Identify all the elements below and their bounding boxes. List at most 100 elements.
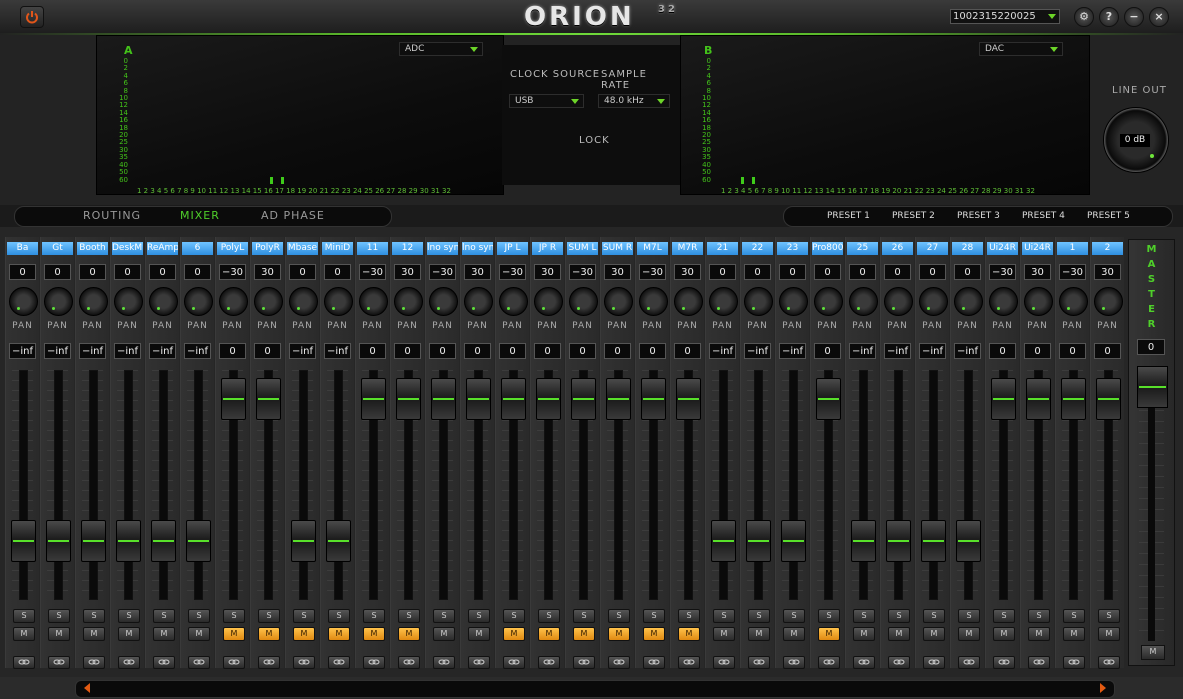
stereo-link-button[interactable] (1098, 656, 1120, 669)
channel-name[interactable]: lno synt (427, 242, 458, 255)
mute-button[interactable]: M (1028, 627, 1050, 641)
solo-button[interactable]: S (293, 609, 315, 623)
stereo-link-button[interactable] (153, 656, 175, 669)
gain-value[interactable]: 0 (639, 343, 666, 359)
pan-value[interactable]: −30 (219, 264, 246, 280)
solo-button[interactable]: S (223, 609, 245, 623)
mute-button[interactable]: M (118, 627, 140, 641)
channel-fader[interactable] (256, 377, 281, 420)
channel-fader[interactable] (1096, 377, 1121, 420)
pan-knob[interactable] (254, 287, 283, 316)
channel-name[interactable]: SUM L (567, 242, 598, 255)
channel-fader[interactable] (1026, 377, 1051, 420)
stereo-link-button[interactable] (188, 656, 210, 669)
channel-fader[interactable] (921, 520, 946, 563)
channel-fader[interactable] (606, 377, 631, 420)
stereo-link-button[interactable] (433, 656, 455, 669)
solo-button[interactable]: S (958, 609, 980, 623)
solo-button[interactable]: S (608, 609, 630, 623)
pan-value[interactable]: 30 (394, 264, 421, 280)
pan-knob[interactable] (569, 287, 598, 316)
gain-value[interactable]: −inf (709, 343, 736, 359)
stereo-link-button[interactable] (83, 656, 105, 669)
stereo-link-button[interactable] (853, 656, 875, 669)
mute-button[interactable]: M (853, 627, 875, 641)
channel-name[interactable]: Ba (7, 242, 38, 255)
pan-knob[interactable] (499, 287, 528, 316)
gain-value[interactable]: −inf (289, 343, 316, 359)
pan-knob[interactable] (779, 287, 808, 316)
pan-value[interactable]: 0 (289, 264, 316, 280)
mute-button[interactable]: M (573, 627, 595, 641)
mute-button[interactable]: M (48, 627, 70, 641)
gain-value[interactable]: 0 (219, 343, 246, 359)
solo-button[interactable]: S (713, 609, 735, 623)
channel-fader[interactable] (11, 520, 36, 563)
channel-fader[interactable] (221, 377, 246, 420)
scroll-right-icon[interactable] (1100, 683, 1106, 693)
solo-button[interactable]: S (853, 609, 875, 623)
pan-value[interactable]: −30 (1059, 264, 1086, 280)
pan-value[interactable]: 0 (149, 264, 176, 280)
channel-name[interactable]: Gt (42, 242, 73, 255)
mute-button[interactable]: M (783, 627, 805, 641)
mute-button[interactable]: M (188, 627, 210, 641)
channel-name[interactable]: 27 (917, 242, 948, 255)
pan-value[interactable]: 0 (919, 264, 946, 280)
channel-fader[interactable] (536, 377, 561, 420)
pan-knob[interactable] (639, 287, 668, 316)
gain-value[interactable]: 0 (1059, 343, 1086, 359)
master-mute-button[interactable]: M (1141, 645, 1165, 660)
gain-value[interactable]: 0 (464, 343, 491, 359)
solo-button[interactable]: S (1028, 609, 1050, 623)
pan-value[interactable]: −30 (359, 264, 386, 280)
mute-button[interactable]: M (13, 627, 35, 641)
stereo-link-button[interactable] (923, 656, 945, 669)
stereo-link-button[interactable] (48, 656, 70, 669)
solo-button[interactable]: S (153, 609, 175, 623)
gain-value[interactable]: 0 (534, 343, 561, 359)
tab-ad-phase[interactable]: AD PHASE (261, 209, 325, 222)
channel-fader[interactable] (466, 377, 491, 420)
mute-button[interactable]: M (748, 627, 770, 641)
solo-button[interactable]: S (48, 609, 70, 623)
gain-value[interactable]: −inf (779, 343, 806, 359)
channel-fader[interactable] (1061, 377, 1086, 420)
solo-button[interactable]: S (678, 609, 700, 623)
gain-value[interactable]: −inf (884, 343, 911, 359)
adc-select[interactable]: ADC (399, 42, 483, 56)
stereo-link-button[interactable] (293, 656, 315, 669)
gain-value[interactable]: −inf (744, 343, 771, 359)
channel-fader[interactable] (991, 377, 1016, 420)
solo-button[interactable]: S (1098, 609, 1120, 623)
preset-5-button[interactable]: PRESET 5 (1087, 211, 1130, 221)
device-serial-select[interactable]: 1002315220025 (950, 9, 1060, 24)
channel-fader[interactable] (641, 377, 666, 420)
pan-value[interactable]: −30 (569, 264, 596, 280)
pan-value[interactable]: 0 (849, 264, 876, 280)
channel-fader[interactable] (781, 520, 806, 563)
mute-button[interactable]: M (468, 627, 490, 641)
pan-knob[interactable] (534, 287, 563, 316)
solo-button[interactable]: S (818, 609, 840, 623)
channel-name[interactable]: 12 (392, 242, 423, 255)
stereo-link-button[interactable] (993, 656, 1015, 669)
pan-knob[interactable] (604, 287, 633, 316)
pan-knob[interactable] (674, 287, 703, 316)
pan-value[interactable]: −30 (989, 264, 1016, 280)
mixer-scrollbar[interactable] (75, 680, 1115, 698)
channel-fader[interactable] (571, 377, 596, 420)
channel-name[interactable]: 6 (182, 242, 213, 255)
pan-value[interactable]: 0 (709, 264, 736, 280)
mute-button[interactable]: M (398, 627, 420, 641)
solo-button[interactable]: S (783, 609, 805, 623)
settings-icon[interactable]: ⚙ (1074, 7, 1094, 27)
pan-value[interactable]: 0 (9, 264, 36, 280)
solo-button[interactable]: S (923, 609, 945, 623)
solo-button[interactable]: S (363, 609, 385, 623)
channel-fader[interactable] (396, 377, 421, 420)
stereo-link-button[interactable] (223, 656, 245, 669)
channel-name[interactable]: 23 (777, 242, 808, 255)
solo-button[interactable]: S (13, 609, 35, 623)
mute-button[interactable]: M (958, 627, 980, 641)
